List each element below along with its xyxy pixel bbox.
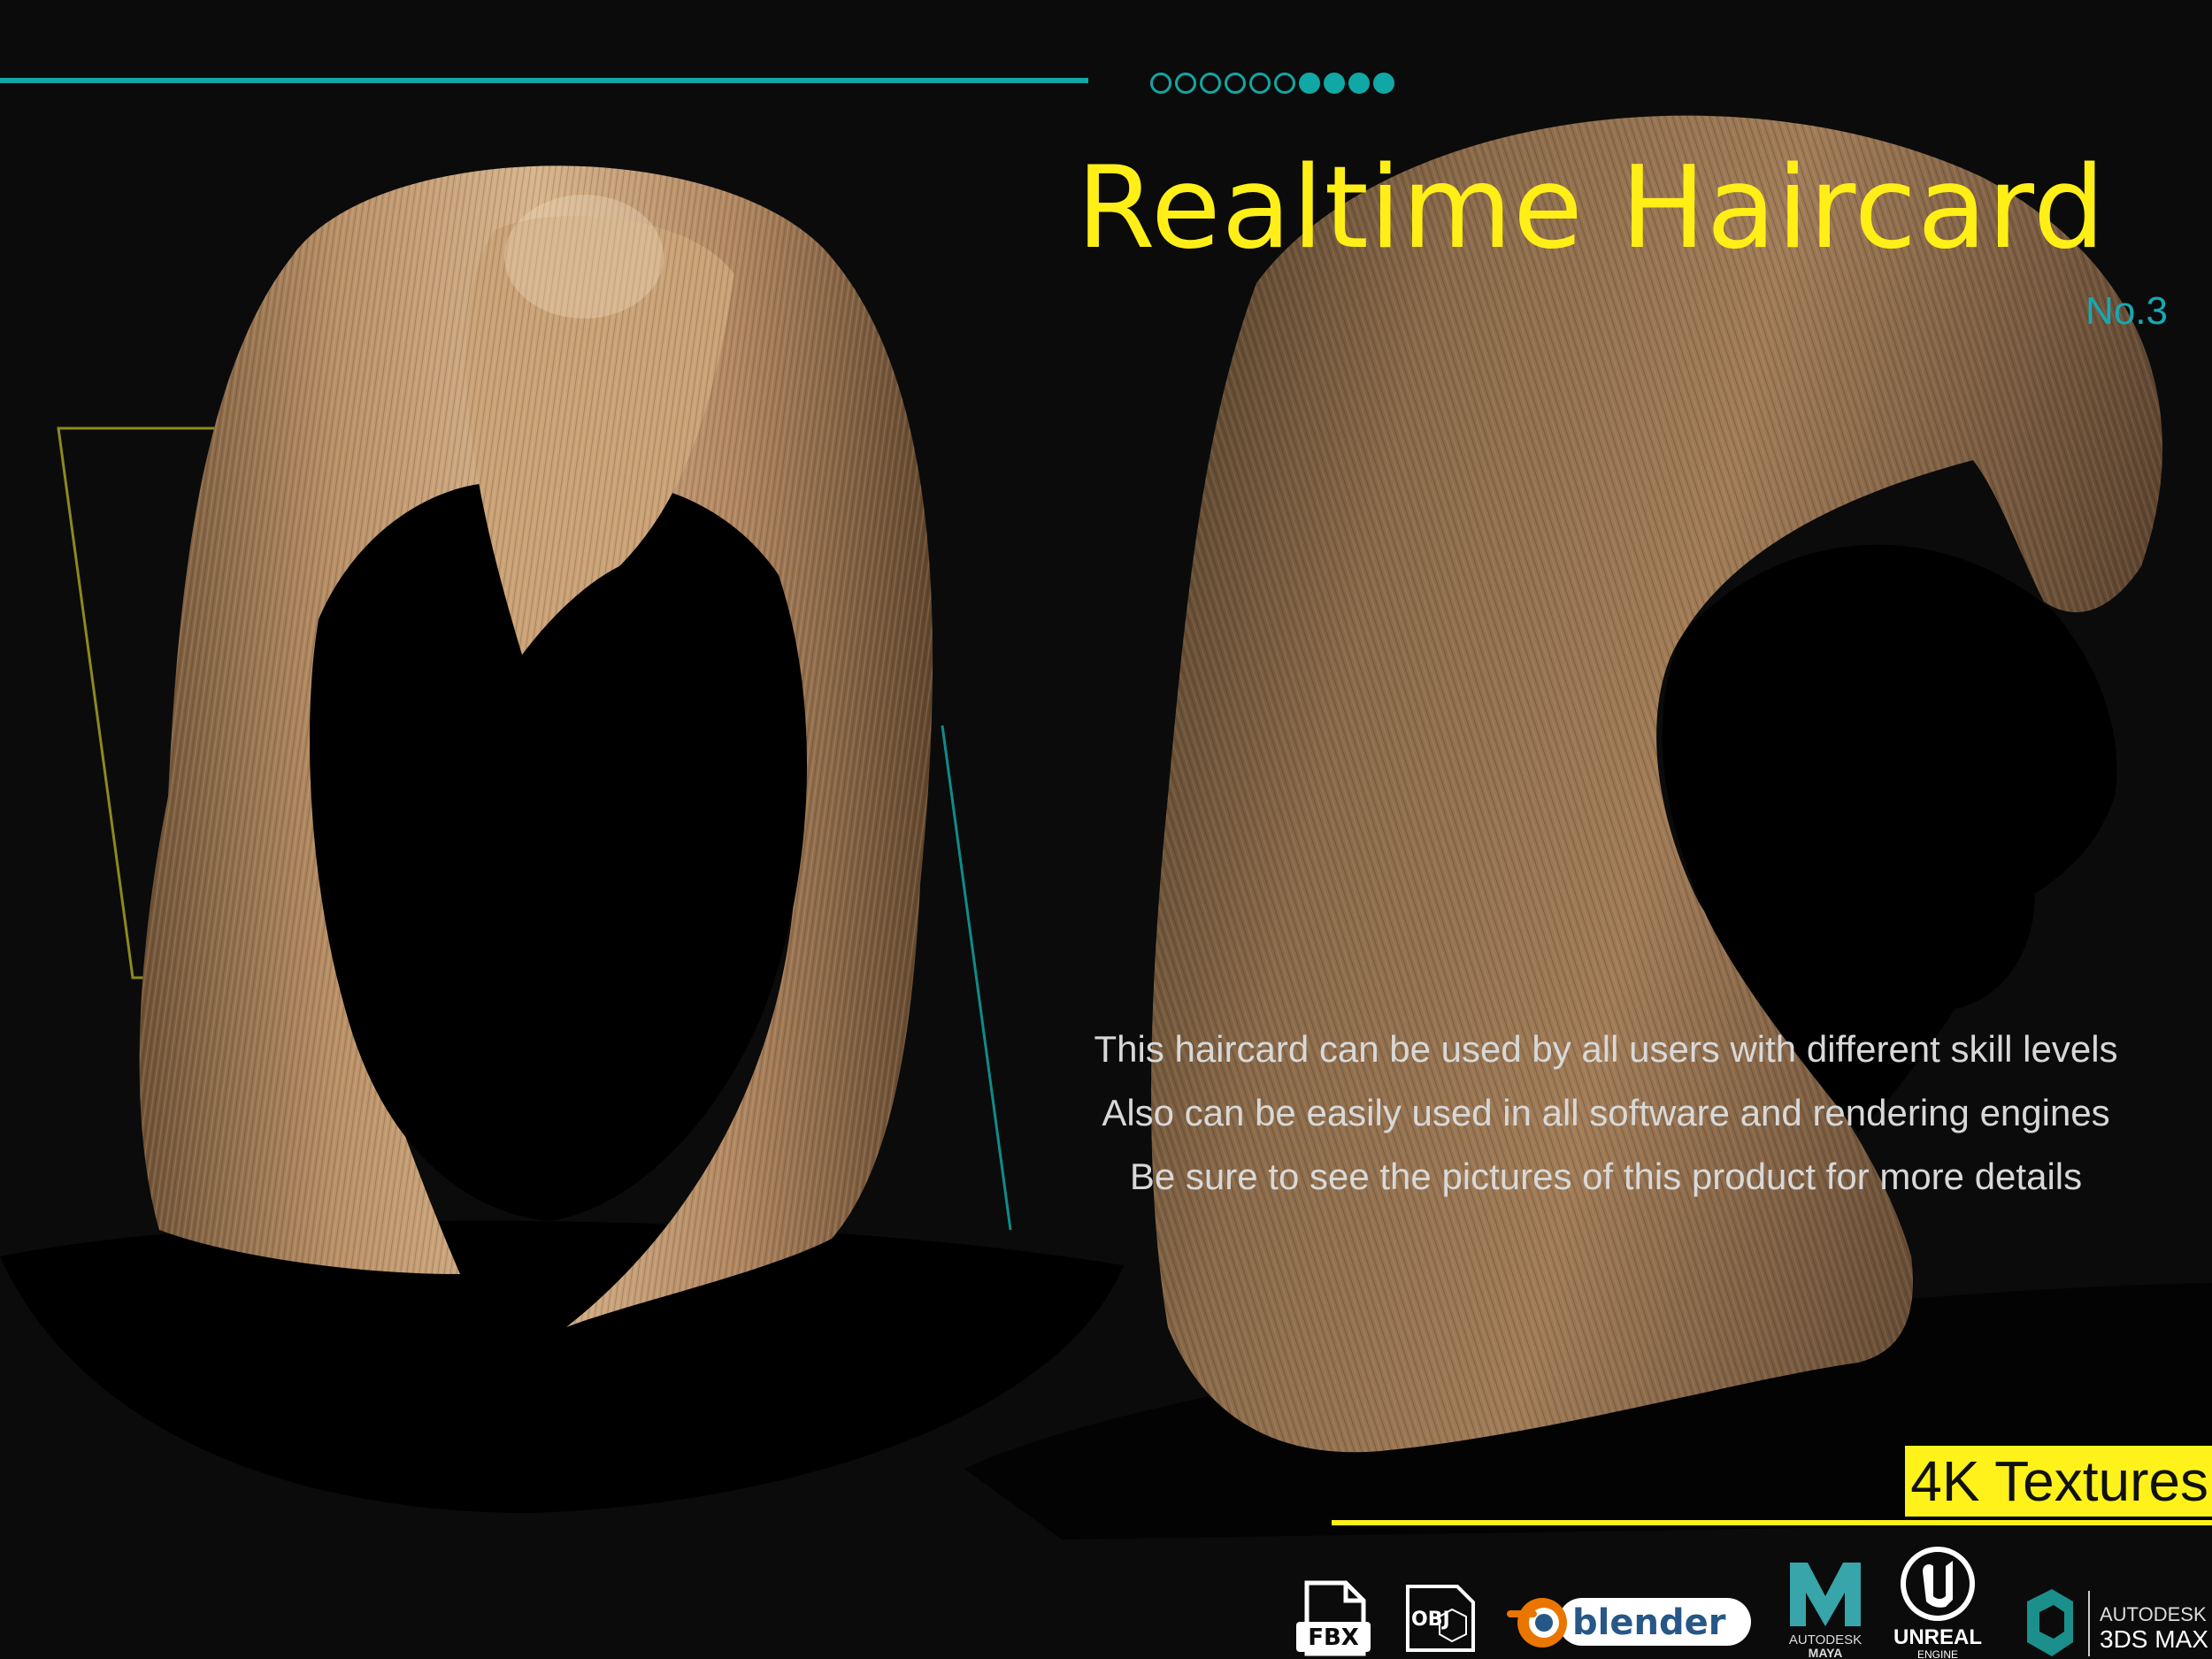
description-line: Also can be easily used in all software … — [1102, 1092, 2110, 1133]
progress-dot-empty — [1200, 73, 1221, 94]
3ds-max-label: 3DS MAX — [2100, 1625, 2208, 1653]
side-hair-render — [1151, 115, 2162, 1453]
unreal-engine-label: ENGINE — [1917, 1648, 1958, 1659]
bottom-accent-line — [1332, 1520, 2212, 1525]
unreal-engine-logo: UNREAL ENGINE — [1880, 1545, 1995, 1659]
3ds-max-logo: AUTODESK 3DS MAX — [2022, 1586, 2212, 1659]
product-description: This haircard can be used by all users w… — [1044, 1018, 2168, 1209]
blender-label: blender — [1572, 1602, 1726, 1643]
maya-label: MAYA — [1809, 1646, 1843, 1659]
description-line: This haircard can be used by all users w… — [1094, 1028, 2118, 1070]
unreal-label: UNREAL — [1893, 1625, 1982, 1649]
maya-logo: AUTODESK MAYA — [1781, 1557, 1870, 1659]
texture-resolution-badge: 4K Textures — [1905, 1446, 2212, 1517]
progress-dot-filled — [1373, 73, 1394, 94]
progress-dot-empty — [1175, 73, 1196, 94]
front-hair-render — [139, 165, 933, 1327]
left-shoulder-silhouette — [0, 1220, 1124, 1513]
product-number: No.3 — [2085, 289, 2168, 333]
progress-dot-empty — [1150, 73, 1171, 94]
3ds-max-company-label: AUTODESK — [2100, 1603, 2207, 1625]
progress-dot-empty — [1225, 73, 1246, 94]
obj-file-icon: OBJ — [1402, 1583, 1480, 1654]
top-accent-line — [0, 78, 1088, 83]
progress-dots — [1150, 73, 1394, 94]
progress-dot-filled — [1348, 73, 1370, 94]
description-line: Be sure to see the pictures of this prod… — [1129, 1156, 2083, 1197]
supported-formats-strip: FBX OBJ blender AUTODESK MAYA UNREAL ENG… — [1292, 1538, 2212, 1659]
blender-logo: blender — [1507, 1587, 1755, 1655]
product-banner: Realtime Haircard No.3 This haircard can… — [0, 0, 2212, 1659]
progress-dot-filled — [1299, 73, 1320, 94]
obj-label: OBJ — [1411, 1609, 1450, 1631]
product-title: Realtime Haircard — [1076, 142, 2106, 274]
progress-dot-filled — [1324, 73, 1345, 94]
teal-frame-line — [941, 725, 1012, 1231]
progress-dot-empty — [1274, 73, 1295, 94]
fbx-file-icon: FBX — [1294, 1579, 1372, 1657]
fbx-label: FBX — [1308, 1624, 1359, 1651]
progress-dot-empty — [1249, 73, 1271, 94]
